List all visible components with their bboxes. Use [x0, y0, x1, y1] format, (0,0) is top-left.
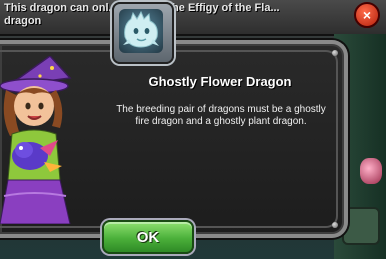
portrait-background	[119, 9, 163, 53]
rivet-icon	[332, 50, 338, 56]
ghostly-flower-dragon-icon	[123, 10, 159, 48]
rivet-icon	[332, 222, 338, 228]
witch-character-icon	[0, 56, 72, 224]
dragon-name-title: Ghostly Flower Dragon	[148, 74, 292, 89]
background-info-bar: This dragon can onl... ned with the Effi…	[0, 0, 386, 36]
background-gem-icon	[360, 158, 382, 184]
breeding-description: The breeding pair of dragons must be a g…	[116, 104, 326, 127]
dragon-portrait	[112, 2, 174, 64]
ok-button[interactable]: OK	[102, 220, 194, 254]
background-close-button: ×	[354, 2, 380, 28]
